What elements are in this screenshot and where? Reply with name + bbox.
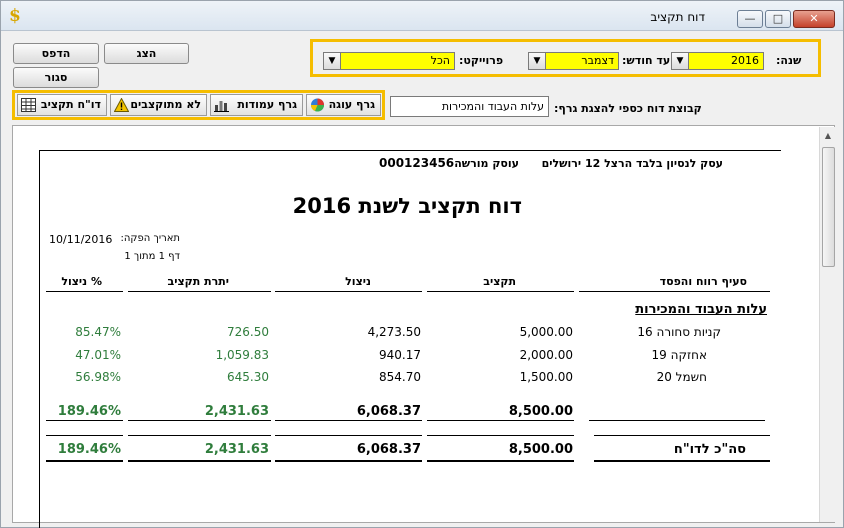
total-rule-top	[275, 435, 422, 436]
total-rule-top	[128, 435, 271, 436]
row-item: אחזקה 19	[651, 348, 707, 362]
chevron-down-icon[interactable]: ▼	[672, 53, 689, 69]
row-usage: 940.17	[379, 348, 421, 362]
graph-group-field[interactable]: עלות העבוד והמכירות	[390, 96, 549, 117]
total-budget: 8,500.00	[508, 442, 573, 457]
col-percent-header: % ניצול	[61, 275, 102, 288]
total-usage: 6,068.37	[356, 442, 421, 457]
header-rule	[427, 291, 574, 292]
tab-bar-chart[interactable]: גרף עמודות	[210, 94, 303, 116]
report-window: $ דוח תקציב — □ ✕ הדפס סגור הצג שנה: ▼ 2…	[0, 0, 844, 528]
row-percent: 56.98%	[75, 370, 121, 384]
project-select[interactable]: ▼ הכל	[323, 52, 455, 70]
row-usage: 4,273.50	[367, 325, 421, 339]
row-budget: 2,000.00	[519, 348, 573, 362]
total-rule-top	[46, 435, 123, 436]
header-rule	[46, 291, 123, 292]
col-remaining-header: יתרת תקציב	[167, 275, 229, 288]
close-window-button[interactable]: ✕	[793, 10, 835, 28]
business-name: עסק לנסיון בלבד הרצל 12 ירושלים	[541, 157, 723, 170]
col-item-header: סעיף רווח והפסד	[659, 275, 747, 288]
subtotal-rule	[46, 420, 123, 421]
year-select[interactable]: ▼ 2016	[671, 52, 764, 70]
total-rule-top	[427, 435, 574, 436]
section-title: עלות העבוד והמכירות	[635, 302, 767, 317]
show-button[interactable]: הצג	[104, 43, 189, 64]
print-date-label: תאריך הפקה:	[120, 233, 180, 244]
total-rule-bottom	[594, 460, 770, 462]
row-usage: 854.70	[379, 370, 421, 384]
header-rule	[128, 291, 271, 292]
chevron-down-icon[interactable]: ▼	[529, 53, 546, 69]
total-rule-bottom	[275, 460, 422, 462]
subtotal-rule	[427, 420, 574, 421]
subtotal-rule	[128, 420, 271, 421]
row-budget: 1,500.00	[519, 370, 573, 384]
total-remaining: 2,431.63	[204, 442, 269, 457]
row-percent: 47.01%	[75, 348, 121, 362]
total-percent: 189.46%	[57, 442, 121, 457]
print-date: 10/11/2016	[49, 233, 113, 246]
scroll-up-icon[interactable]: ▲	[820, 127, 836, 144]
row-budget: 5,000.00	[519, 325, 573, 339]
total-label: סה"כ לדו"ח	[673, 442, 746, 457]
row-item: חשמל 20	[656, 370, 707, 384]
dealer-number: 000123456	[379, 156, 455, 170]
graph-group-label: קבוצת דוח כספי להצגת גרף:	[554, 102, 702, 115]
row-remaining: 1,059.83	[215, 348, 269, 362]
subtotal-usage: 6,068.37	[356, 404, 421, 419]
chevron-down-icon[interactable]: ▼	[324, 53, 341, 69]
subtotal-rule	[275, 420, 422, 421]
header-rule	[275, 291, 422, 292]
total-rule-bottom	[427, 460, 574, 462]
maximize-button[interactable]: □	[765, 10, 791, 28]
row-percent: 85.47%	[75, 325, 121, 339]
subtotal-percent: 189.46%	[57, 404, 121, 419]
dealer-label: עוסק מורשה	[454, 157, 519, 170]
row-item: קניות סחורה 16	[637, 325, 721, 339]
page-border-top	[39, 150, 781, 151]
window-title: דוח תקציב	[650, 10, 705, 24]
month-select[interactable]: ▼ דצמבר	[528, 52, 619, 70]
tab-unbudgeted[interactable]: לא מתוקצבים	[110, 94, 207, 116]
warning-icon	[114, 98, 129, 112]
pie-chart-icon	[311, 98, 324, 112]
row-remaining: 726.50	[227, 325, 269, 339]
vertical-scrollbar[interactable]: ▲	[819, 127, 836, 522]
close-button[interactable]: סגור	[13, 67, 99, 88]
subtotal-rule	[589, 420, 765, 421]
tab-pie-chart[interactable]: גרף עוגה	[306, 94, 381, 116]
month-label: עד חודש:	[622, 54, 671, 67]
bar-chart-icon	[214, 101, 229, 112]
tab-budget-report[interactable]: דו"ח תקציב	[17, 94, 107, 116]
title-bar: $ דוח תקציב — □ ✕	[1, 1, 843, 31]
subtotal-remaining: 2,431.63	[204, 404, 269, 419]
report-viewer[interactable]	[12, 125, 835, 523]
col-budget-header: תקציב	[483, 275, 516, 288]
col-usage-header: ניצול	[345, 275, 371, 288]
report-title: דוח תקציב לשנת 2016	[292, 194, 522, 218]
subtotal-budget: 8,500.00	[508, 404, 573, 419]
page-info: דף 1 מתוך 1	[124, 251, 180, 262]
report-grid-icon	[21, 98, 36, 112]
dollar-icon: $	[9, 6, 21, 26]
total-rule-bottom	[46, 460, 123, 462]
scroll-thumb[interactable]	[822, 147, 835, 267]
project-label: פרוייקט:	[459, 54, 504, 67]
year-label: שנה:	[776, 54, 802, 67]
row-remaining: 645.30	[227, 370, 269, 384]
page-border-left	[39, 150, 40, 528]
total-rule-top	[594, 435, 770, 436]
total-rule-bottom	[128, 460, 271, 462]
minimize-button[interactable]: —	[737, 10, 763, 28]
header-rule	[579, 291, 770, 292]
print-button[interactable]: הדפס	[13, 43, 99, 64]
